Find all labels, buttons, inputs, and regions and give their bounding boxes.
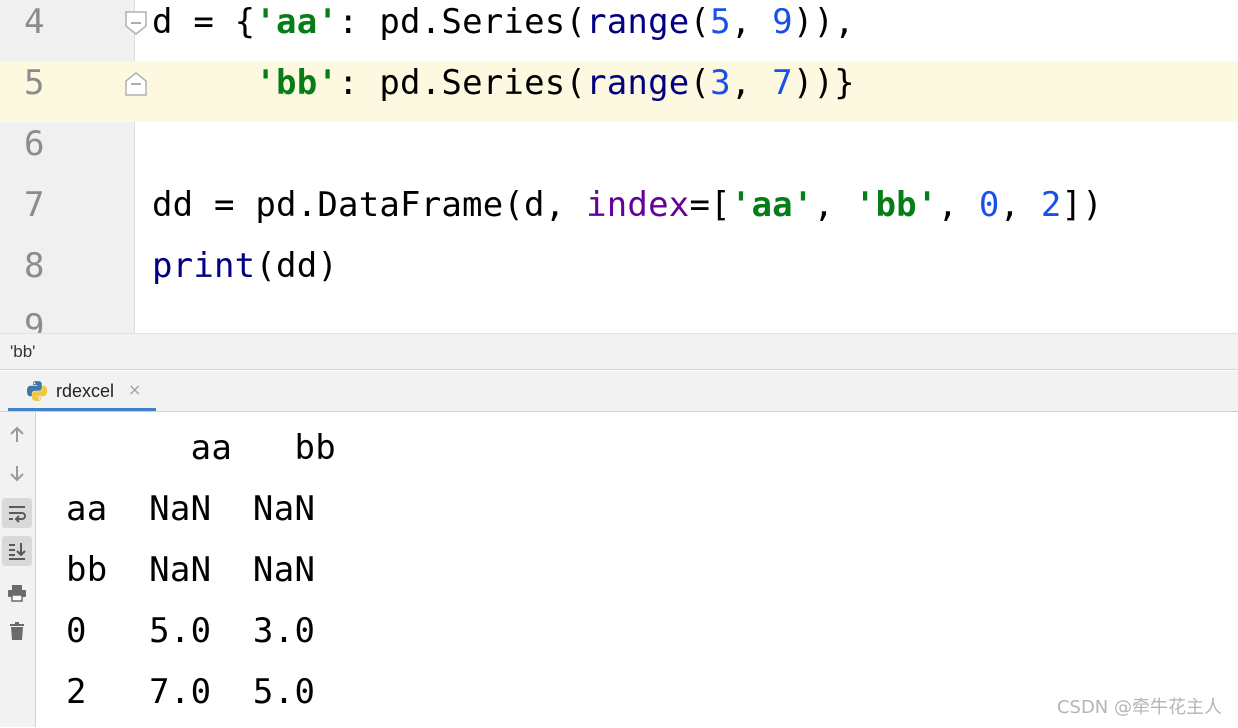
- code-token: )),: [792, 2, 855, 42]
- console-output[interactable]: aa bb aa NaN NaN bb NaN NaN 0 5.0 3.0 2 …: [37, 412, 1238, 727]
- code-token: 3: [710, 63, 731, 103]
- code-token: index: [586, 185, 690, 225]
- code-token: (dd): [255, 246, 339, 286]
- console-line: aa NaN NaN: [66, 489, 316, 529]
- line-number: 9: [24, 307, 45, 333]
- code-token: =[: [689, 185, 731, 225]
- code-token: ,: [937, 185, 979, 225]
- code-token: 'aa': [255, 2, 339, 42]
- code-line[interactable]: 4 d = {'aa': pd.Series(range(5, 9)),: [0, 0, 1238, 61]
- code-token: ,: [730, 63, 773, 103]
- code-text[interactable]: 'bb': pd.Series(range(3, 7))}: [152, 61, 855, 122]
- run-toolbar: [0, 412, 36, 727]
- line-number: 8: [24, 246, 45, 286]
- code-text[interactable]: print(dd): [152, 244, 338, 305]
- code-token: ,: [999, 185, 1041, 225]
- line-number: 7: [24, 185, 45, 225]
- trash-icon[interactable]: [2, 616, 32, 646]
- code-token: 'bb': [854, 185, 938, 225]
- code-token: 'aa': [730, 185, 814, 225]
- code-editor[interactable]: 4d = {'aa': pd.Series(range(5, 9)), 5 'bb…: [0, 0, 1238, 333]
- code-line[interactable]: 8 print(dd): [0, 244, 1238, 305]
- code-token: 0: [978, 185, 1000, 225]
- code-line[interactable]: 9: [0, 305, 1238, 333]
- fold-start-icon[interactable]: [124, 10, 148, 36]
- run-tab-rdexcel[interactable]: rdexcel ×: [8, 371, 156, 411]
- code-token: (: [689, 63, 711, 103]
- code-token: (: [689, 2, 711, 42]
- close-icon[interactable]: ×: [128, 380, 141, 399]
- breadcrumb-bar: 'bb': [0, 333, 1238, 370]
- arrow-up-icon[interactable]: [2, 420, 32, 450]
- console-line: 2 7.0 5.0: [66, 672, 316, 712]
- code-token: print: [152, 246, 256, 286]
- run-tab-strip: rdexcel ×: [0, 371, 1238, 412]
- code-line[interactable]: 6: [0, 122, 1238, 183]
- code-token: 5: [710, 2, 731, 42]
- code-token: 'bb': [255, 63, 339, 103]
- scroll-to-end-icon[interactable]: [2, 536, 32, 566]
- soft-wrap-icon[interactable]: [2, 498, 32, 528]
- line-number: 5: [0, 61, 135, 122]
- fold-end-icon[interactable]: [124, 71, 148, 97]
- code-token: ]): [1061, 185, 1103, 225]
- code-text[interactable]: dd = pd.DataFrame(d, index=['aa', 'bb', …: [152, 183, 1103, 244]
- code-token: 7: [772, 63, 793, 103]
- code-token: ,: [813, 185, 855, 225]
- watermark: CSDN @牵牛花主人: [1056, 697, 1222, 718]
- code-text[interactable]: d = {'aa': pd.Series(range(5, 9)),: [152, 0, 855, 61]
- python-icon: [27, 381, 47, 401]
- line-number: 4: [24, 2, 45, 42]
- code-token: 2: [1040, 185, 1062, 225]
- code-token: 9: [772, 2, 793, 42]
- code-token: range: [586, 63, 690, 103]
- arrow-down-icon[interactable]: [2, 458, 32, 488]
- console-line: aa bb: [66, 428, 337, 468]
- console-line: 0 5.0 3.0: [66, 611, 316, 651]
- print-icon[interactable]: [2, 578, 32, 608]
- code-token: range: [586, 2, 690, 42]
- code-token: dd = pd.DataFrame(d,: [152, 185, 587, 225]
- run-tab-label: rdexcel: [56, 381, 115, 401]
- code-token: ,: [730, 2, 773, 42]
- console-line: bb NaN NaN: [66, 550, 316, 590]
- breadcrumb[interactable]: 'bb': [10, 342, 35, 362]
- line-number: 6: [24, 124, 45, 164]
- code-line[interactable]: 5 'bb': pd.Series(range(3, 7))}: [0, 61, 1238, 122]
- code-line[interactable]: 7 dd = pd.DataFrame(d, index=['aa', 'bb',…: [0, 183, 1238, 244]
- code-token: : pd.Series(: [338, 63, 587, 103]
- code-token: : pd.Series(: [338, 2, 587, 42]
- code-token: d = {: [152, 2, 256, 42]
- code-token: ))}: [792, 63, 855, 103]
